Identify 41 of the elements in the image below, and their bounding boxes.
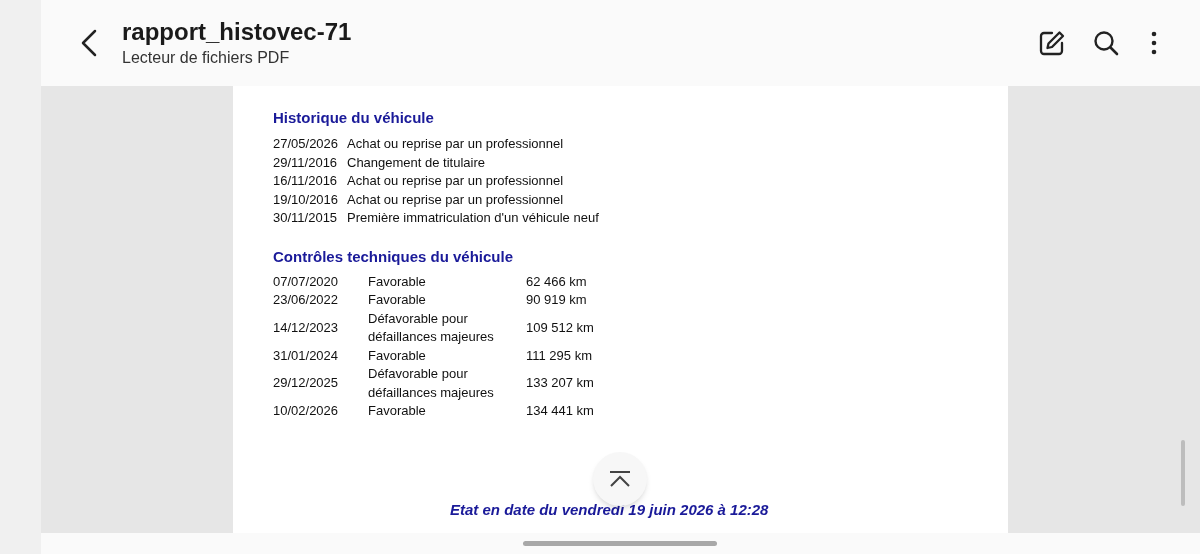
result-text: Favorable xyxy=(368,272,426,291)
section-heading: Historique du véhicule xyxy=(273,108,434,128)
report-date-text: Etat en date du vendredi 19 juin 2026 à 12:28 xyxy=(450,500,769,520)
event-text: Achat ou reprise par un professionnel xyxy=(347,190,564,209)
date-text: 14/12/2023 xyxy=(273,318,340,337)
result-text: Défavorable pour xyxy=(368,365,468,383)
scroll-to-top-icon xyxy=(609,470,631,488)
result-text: Favorable xyxy=(368,346,426,365)
date-text: 27/05/2026 xyxy=(273,135,340,153)
result-text: Favorable xyxy=(368,291,426,309)
date-text: 31/01/2024 xyxy=(273,346,340,365)
date-text: 30/11/2015 xyxy=(273,209,339,227)
date-text: 07/07/2020 xyxy=(273,272,340,291)
mileage-text: 109 512 km xyxy=(526,318,594,337)
scrollbar-thumb xyxy=(1181,440,1185,506)
event-text: Achat ou reprise par un professionnel xyxy=(347,135,564,153)
result-text: Favorable xyxy=(368,402,426,420)
mileage-text: 133 207 km xyxy=(526,374,594,393)
result-text: défaillances majeures xyxy=(368,328,494,346)
more-icon xyxy=(1151,31,1157,55)
mileage-text: 111 295 km xyxy=(526,346,592,365)
edit-icon xyxy=(1038,29,1066,57)
date-text: 29/12/2025 xyxy=(273,374,340,393)
date-text: 10/02/2026 xyxy=(273,402,340,420)
back-icon xyxy=(80,29,98,57)
mileage-text: 134 441 km xyxy=(526,402,594,420)
date-text: 19/10/2016 xyxy=(273,190,340,209)
result-text: défaillances majeures xyxy=(368,383,494,402)
search-icon xyxy=(1092,29,1120,57)
date-text: 16/11/2016 xyxy=(273,172,339,190)
section-heading: Contrôles techniques du véhicule xyxy=(273,246,514,267)
event-text: Première immatriculation d'un véhicule neuf xyxy=(347,209,599,227)
mileage-text: 62 466 km xyxy=(526,272,587,291)
window-subtitle: Lecteur de fichiers PDF xyxy=(122,48,291,68)
event-text: Changement de titulaire xyxy=(347,153,486,172)
date-text: 29/11/2016 xyxy=(273,153,339,172)
window-title: rapport_histovec-71 xyxy=(122,17,352,47)
result-text: Défavorable pour xyxy=(368,309,468,328)
date-text: 23/06/2022 xyxy=(273,291,340,309)
event-text: Achat ou reprise par un professionnel xyxy=(347,172,564,190)
mileage-text: 90 919 km xyxy=(526,291,587,309)
